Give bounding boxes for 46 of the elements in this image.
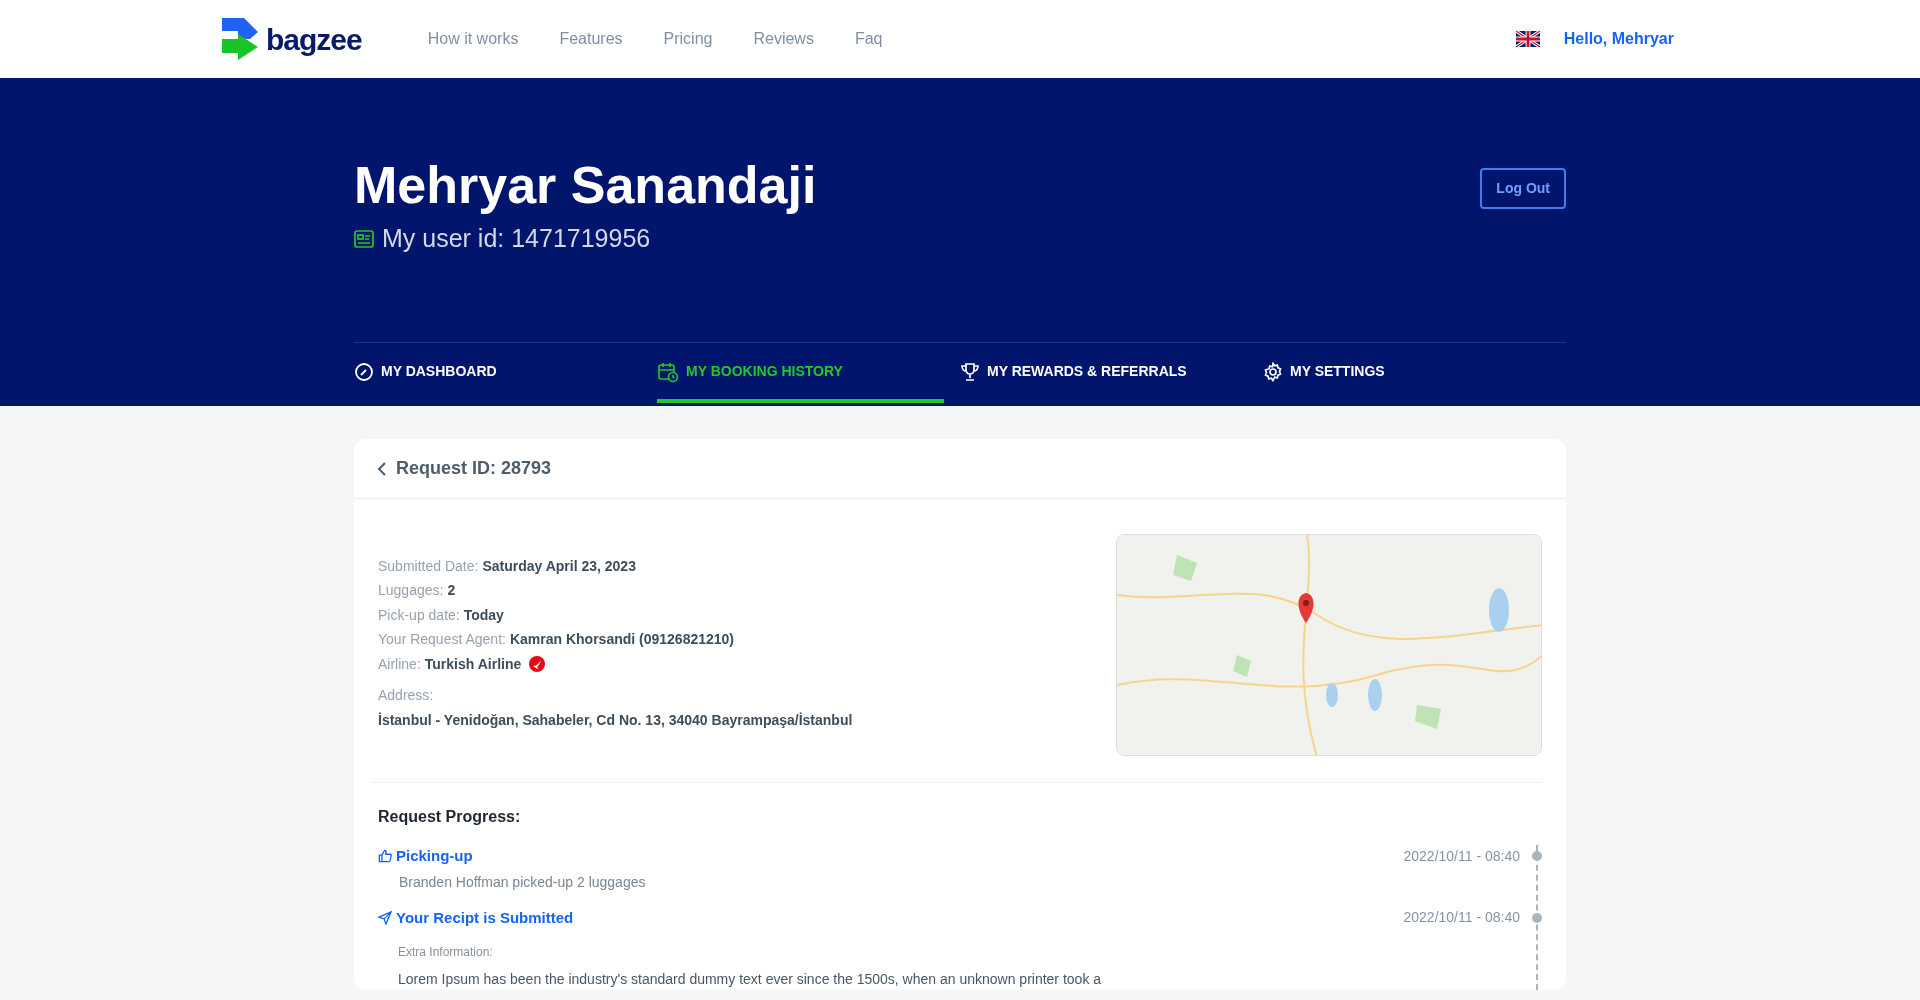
tab[interactable]: MY DASHBOARD xyxy=(354,342,657,403)
back-chevron-icon[interactable] xyxy=(376,461,388,476)
send-icon xyxy=(378,910,392,925)
detail-label: Pick-up date: xyxy=(378,605,460,625)
id-card-icon xyxy=(354,230,374,249)
detail-label: Airline: xyxy=(378,654,421,674)
step-title[interactable]: Your Recipt is Submitted xyxy=(396,906,574,929)
uk-flag-icon[interactable] xyxy=(1515,31,1540,47)
thumbs-up-icon xyxy=(378,849,392,864)
step-note: Branden Hoffman picked-up 2 luggages xyxy=(399,872,647,892)
step-time: 2022/10/11 - 08:40 xyxy=(1403,846,1520,866)
detail-label: Your Request Agent: xyxy=(378,630,506,650)
detail-value: 2 xyxy=(447,581,456,601)
tab[interactable]: MY BOOKING HISTORY xyxy=(657,342,944,403)
address-label: Address: xyxy=(378,685,435,705)
nav-link[interactable]: Reviews xyxy=(753,27,814,51)
gauge-icon xyxy=(354,361,374,382)
brand-name[interactable]: bagzee xyxy=(266,16,362,62)
trophy-icon xyxy=(960,361,980,382)
tab[interactable]: MY SETTINGS xyxy=(1263,342,1566,403)
detail-value: Today xyxy=(463,605,504,625)
step-time: 2022/10/11 - 08:40 xyxy=(1403,908,1520,928)
user-greeting[interactable]: Hello, Mehryar xyxy=(1563,27,1674,51)
request-id-title: Request ID: 28793 xyxy=(396,457,552,480)
detail-value: Kamran Khorsandi (09126821210) xyxy=(509,630,735,650)
address-value: İstanbul - Yenidoğan, Sahabeler, Cd No. 13, 34040 Bayrampaşa/İstanbul xyxy=(378,710,853,730)
step-title[interactable]: Picking-up xyxy=(396,845,473,868)
progress-title: Request Progress: xyxy=(378,807,522,827)
tab[interactable]: MY REWARDS & REFERRALS xyxy=(960,342,1263,403)
detail-value: Turkish Airline xyxy=(424,654,522,674)
extra-info-label: Extra Information: xyxy=(398,944,494,961)
extra-info-text: Lorem Ipsum has been the industry's standard dummy text ever since the 1500s, when an unknown printer took a xyxy=(398,970,1103,989)
calendar-clock-icon xyxy=(657,360,679,383)
user-id: My user id: 1471719956 xyxy=(382,223,651,255)
detail-label: Submitted Date: xyxy=(378,556,479,576)
settings-icon xyxy=(1263,361,1283,382)
nav-link[interactable]: Features xyxy=(559,27,623,51)
detail-value: Saturday April 23, 2023 xyxy=(482,556,636,576)
nav-link[interactable]: Faq xyxy=(854,27,883,51)
airline-logo-icon xyxy=(529,656,546,673)
nav-link[interactable]: How it works xyxy=(427,27,519,51)
timeline-dot xyxy=(1532,912,1542,923)
detail-label: Luggages: xyxy=(378,581,444,601)
log-out-button[interactable]: Log Out xyxy=(1480,168,1566,209)
nav-link[interactable]: Pricing xyxy=(663,27,713,51)
user-name: Mehryar Sanandaji xyxy=(354,155,817,216)
